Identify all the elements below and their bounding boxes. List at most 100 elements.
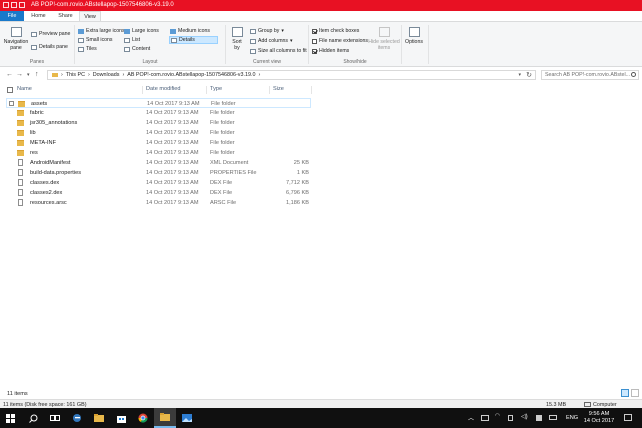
new-folder-icon[interactable] <box>19 2 25 8</box>
details-pane-icon <box>31 44 37 50</box>
wifi-icon[interactable]: ◠ <box>495 413 500 419</box>
up-arrow-icon[interactable]: ↑ <box>35 71 39 78</box>
tab-view[interactable]: View <box>79 11 101 21</box>
extra-large-icons-icon <box>78 28 84 34</box>
address-bar[interactable]: › This PC › Downloads › AB POP!-com.rovi… <box>47 70 536 80</box>
medium-icons-option[interactable]: Medium icons <box>170 28 210 34</box>
refresh-icon[interactable]: ↻ <box>526 71 532 79</box>
size-all-columns-button[interactable]: Size all columns to fit <box>250 48 307 54</box>
folder-icon[interactable] <box>3 2 9 8</box>
content-option[interactable]: Content <box>124 46 150 52</box>
address-dropdown-icon[interactable]: ▾ <box>518 72 521 78</box>
file-name-extensions-toggle[interactable]: File name extensions <box>312 38 368 44</box>
details-view-toggle-icon[interactable] <box>621 389 629 397</box>
details-option[interactable]: Details <box>169 36 218 44</box>
file-row[interactable]: classes.dex 14 Oct 2017 9:13 AM DEX File… <box>6 178 311 188</box>
file-row[interactable]: build-data.properties 14 Oct 2017 9:13 A… <box>6 168 311 178</box>
column-divider[interactable] <box>269 86 270 94</box>
edge-icon <box>73 414 81 422</box>
photos-taskbar-button[interactable] <box>176 408 198 428</box>
edge-taskbar-button[interactable] <box>66 408 88 428</box>
column-header-date-modified[interactable]: Date modified <box>146 86 181 95</box>
task-view-button[interactable] <box>44 408 66 428</box>
properties-icon[interactable] <box>11 2 17 8</box>
file-row[interactable]: jsr305_annotations 14 Oct 2017 9:13 AM F… <box>6 118 311 128</box>
file-row[interactable]: assets 14 Oct 2017 9:13 AM File folder <box>6 98 311 108</box>
battery-icon[interactable] <box>481 415 489 421</box>
column-divider[interactable] <box>206 86 207 94</box>
file-name: assets <box>31 101 48 107</box>
info-bar: 11 items (Disk free space: 161 GB) 15.3 … <box>0 399 642 408</box>
group-by-label: Group by <box>258 28 280 34</box>
volume-icon[interactable]: ◁) <box>521 413 528 420</box>
file-explorer-taskbar-button[interactable] <box>88 408 110 428</box>
file-row[interactable]: META-INF 14 Oct 2017 9:13 AM File folder <box>6 138 311 148</box>
breadcrumb-this-pc[interactable]: This PC <box>66 72 85 78</box>
column-header-size[interactable]: Size <box>273 86 284 95</box>
list-option[interactable]: List <box>124 37 140 43</box>
breadcrumb-downloads[interactable]: Downloads <box>93 72 120 78</box>
tab-share[interactable]: Share <box>53 11 78 21</box>
breadcrumb-current-folder[interactable]: AB POP!-com.rovio.ABstellapop-1507546806… <box>127 72 255 78</box>
search-taskbar-button[interactable] <box>22 408 44 428</box>
system-clock[interactable]: 9:56 AM 14 Oct 2017 <box>582 411 616 425</box>
size-columns-icon <box>250 48 256 54</box>
options-icon <box>408 27 420 37</box>
ribbon-divider <box>428 25 429 64</box>
large-icons-option[interactable]: Large icons <box>124 28 159 34</box>
action-center-icon[interactable] <box>624 414 632 421</box>
hide-selected-items-button[interactable]: Hide selected items <box>368 27 400 51</box>
chrome-taskbar-button[interactable] <box>132 408 154 428</box>
navigation-pane-button[interactable]: Navigation pane <box>3 27 29 51</box>
tiles-option[interactable]: Tiles <box>78 46 97 52</box>
chrome-icon <box>138 413 148 423</box>
column-header-name[interactable]: Name <box>17 86 32 95</box>
recent-locations-icon[interactable]: ▾ <box>27 72 30 78</box>
column-divider[interactable] <box>142 86 143 94</box>
tab-file[interactable]: File <box>0 11 24 21</box>
details-pane-button[interactable]: Details pane <box>31 44 68 50</box>
keyboard-icon[interactable] <box>549 415 557 420</box>
notification-area-icon[interactable] <box>536 415 542 421</box>
extra-large-icons-option[interactable]: Extra large icons <box>78 28 125 34</box>
column-header-type[interactable]: Type <box>210 86 222 95</box>
row-checkbox[interactable] <box>9 101 14 106</box>
select-all-checkbox[interactable] <box>7 87 13 93</box>
store-taskbar-button[interactable] <box>110 408 132 428</box>
title-bar: AB POP!-com.rovio.ABstellapop-1507546806… <box>0 0 642 11</box>
forward-arrow-icon[interactable]: → <box>16 71 23 78</box>
tab-home[interactable]: Home <box>26 11 51 21</box>
ribbon-tabs: File Home Share View <box>0 11 642 21</box>
hidden-items-toggle[interactable]: Hidden items <box>312 48 349 54</box>
small-icons-option[interactable]: Small icons <box>78 37 113 43</box>
back-arrow-icon[interactable]: ← <box>6 71 13 78</box>
document-icon <box>18 179 23 186</box>
file-row[interactable]: resources.arsc 14 Oct 2017 9:13 AM ARSC … <box>6 198 311 208</box>
image-icon <box>182 414 192 422</box>
file-row[interactable]: fabric 14 Oct 2017 9:13 AM File folder <box>6 108 311 118</box>
large-icons-view-toggle-icon[interactable] <box>631 389 639 397</box>
checkbox-unchecked-icon <box>312 38 317 44</box>
file-row[interactable]: AndroidManifest 14 Oct 2017 9:13 AM XML … <box>6 158 311 168</box>
file-row[interactable]: lib 14 Oct 2017 9:13 AM File folder <box>6 128 311 138</box>
explorer-window-taskbar-button[interactable] <box>154 408 176 428</box>
search-input[interactable]: Search AB POP!-com.rovio.ABstel... <box>541 70 639 80</box>
options-button[interactable]: Options <box>403 27 425 45</box>
column-divider[interactable] <box>311 86 312 94</box>
start-button[interactable] <box>0 408 20 428</box>
sort-by-button[interactable]: Sort by <box>229 27 245 51</box>
add-columns-button[interactable]: Add columns ▾ <box>250 38 293 44</box>
panes-group-label: Panes <box>29 59 45 65</box>
file-row[interactable]: classes2.dex 14 Oct 2017 9:13 AM DEX Fil… <box>6 188 311 198</box>
document-icon <box>18 159 23 166</box>
content-icon <box>124 46 130 52</box>
preview-pane-button[interactable]: Preview pane <box>31 31 70 37</box>
file-row[interactable]: res 14 Oct 2017 9:13 AM File folder <box>6 148 311 158</box>
folder-icon <box>17 120 24 126</box>
input-language[interactable]: ENG <box>566 415 578 421</box>
item-check-boxes-toggle[interactable]: Item check boxes <box>312 28 359 34</box>
show-hidden-icons-icon[interactable]: ︿ <box>468 413 474 422</box>
network-icon[interactable] <box>508 415 513 421</box>
breadcrumb-separator-icon: › <box>61 72 63 78</box>
group-by-button[interactable]: Group by ▾ <box>250 28 284 34</box>
